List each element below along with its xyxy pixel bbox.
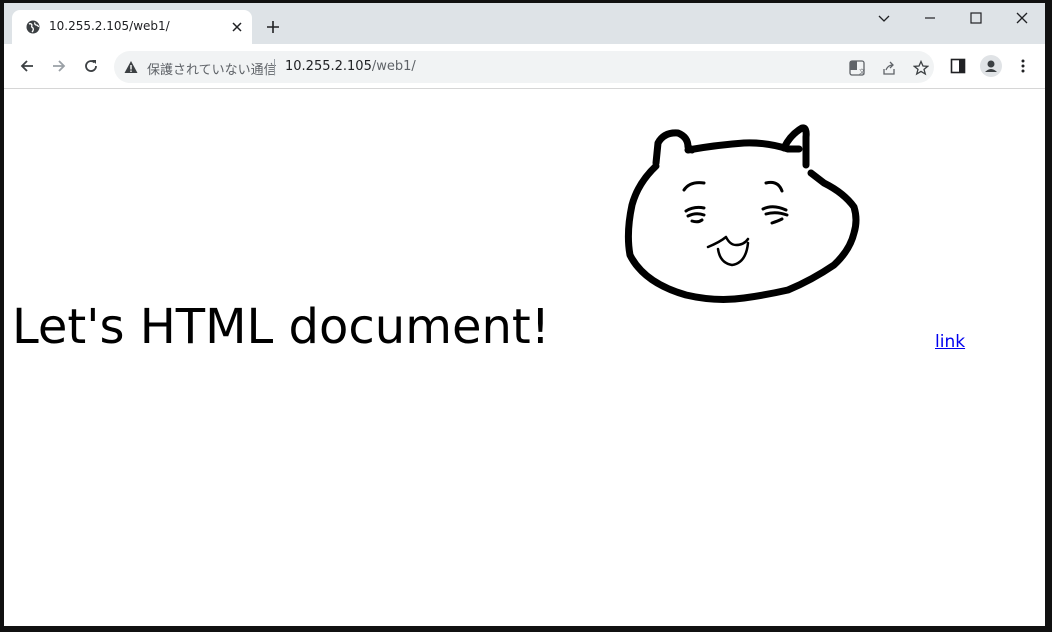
star-icon[interactable] xyxy=(913,60,929,76)
menu-icon[interactable] xyxy=(1015,58,1031,74)
tab-title: 10.255.2.105/web1/ xyxy=(49,19,170,33)
side-panel-icon[interactable] xyxy=(950,58,966,74)
minimize-icon[interactable] xyxy=(923,11,937,25)
new-tab-plus-icon[interactable] xyxy=(266,20,280,34)
page-heading: Let's HTML document! xyxy=(12,299,550,355)
browser-window: 10.255.2.105/web1/ 保護されていない通信 10.255.2.1… xyxy=(4,3,1045,626)
cat-drawing xyxy=(624,124,860,303)
url-text[interactable]: 10.255.2.105/web1/ xyxy=(285,59,416,74)
svg-text:文: 文 xyxy=(859,68,865,76)
page-link[interactable]: link xyxy=(935,332,965,352)
toolbar: 保護されていない通信 10.255.2.105/web1/ 文 xyxy=(4,44,1045,89)
share-icon[interactable] xyxy=(881,60,897,76)
forward-arrow-icon[interactable] xyxy=(51,58,67,74)
profile-icon[interactable] xyxy=(980,55,1002,77)
omnibox-separator xyxy=(274,59,275,75)
back-arrow-icon[interactable] xyxy=(19,58,35,74)
address-bar[interactable]: 保護されていない通信 10.255.2.105/web1/ 文 xyxy=(114,51,934,83)
window-close-icon[interactable] xyxy=(1015,11,1029,25)
globe-icon xyxy=(26,20,40,34)
tab-strip: 10.255.2.105/web1/ xyxy=(4,3,1045,44)
active-tab[interactable]: 10.255.2.105/web1/ xyxy=(12,10,252,44)
translate-icon[interactable]: 文 xyxy=(849,60,865,76)
warning-icon[interactable] xyxy=(124,60,138,74)
reload-icon[interactable] xyxy=(83,58,99,74)
close-icon[interactable] xyxy=(231,21,243,33)
security-status-text[interactable]: 保護されていない通信 xyxy=(147,59,277,78)
page-content: Let's HTML document! link xyxy=(4,89,1045,626)
chevron-down-icon[interactable] xyxy=(877,11,891,25)
maximize-icon[interactable] xyxy=(969,11,983,25)
